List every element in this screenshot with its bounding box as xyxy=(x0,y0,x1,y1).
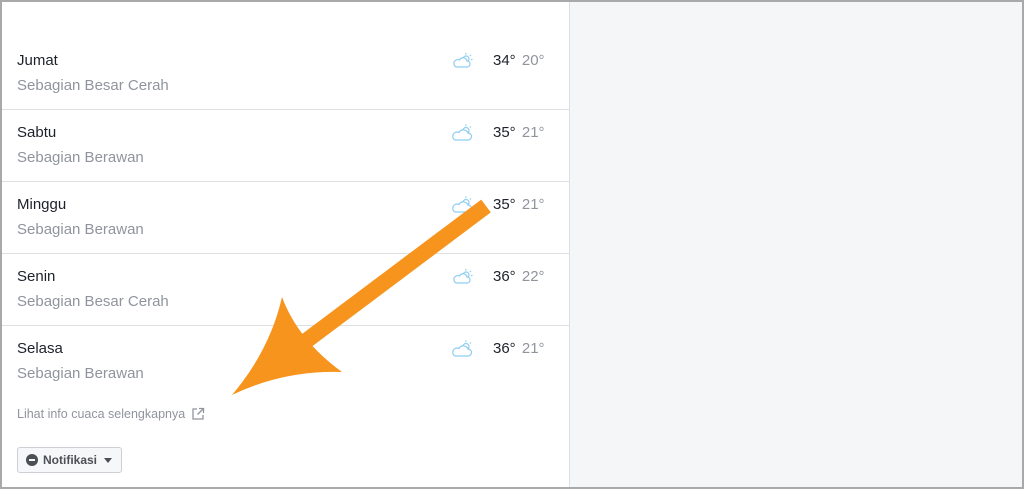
temperature-range: 36° 22° xyxy=(493,268,545,285)
empty-right-area xyxy=(570,2,1022,487)
temp-high: 36° xyxy=(493,340,516,357)
more-weather-link[interactable]: Lihat info cuaca selengkapnya xyxy=(17,407,205,421)
day-name: Minggu xyxy=(17,196,67,213)
external-link-icon xyxy=(192,407,205,420)
day-condition: Sebagian Berawan xyxy=(17,221,144,238)
day-condition: Sebagian Berawan xyxy=(17,149,144,166)
day-condition: Sebagian Besar Cerah xyxy=(17,77,169,94)
partly-sunny-icon xyxy=(453,269,473,284)
partly-cloudy-icon xyxy=(452,340,473,357)
temp-low: 21° xyxy=(521,124,545,141)
day-name: Jumat xyxy=(17,52,58,69)
more-weather-label: Lihat info cuaca selengkapnya xyxy=(17,407,186,421)
temperature-range: 36° 21° xyxy=(493,340,545,357)
temp-low: 21° xyxy=(521,340,545,357)
notification-button[interactable]: Notifikasi xyxy=(17,447,123,473)
day-condition: Sebagian Besar Cerah xyxy=(17,293,169,310)
temperature-range: 35° 21° xyxy=(493,124,545,141)
partly-sunny-icon xyxy=(453,53,473,68)
temp-high: 35° xyxy=(493,196,516,213)
temp-high: 34° xyxy=(493,52,516,69)
forecast-row-1: Sabtu Sebagian Berawan 35° 21° xyxy=(2,110,569,182)
temp-low: 20° xyxy=(521,52,545,69)
weather-panel: Jumat Sebagian Besar Cerah 34° 20° Sabtu… xyxy=(2,2,570,487)
minus-circle-icon xyxy=(26,454,38,466)
temp-high: 35° xyxy=(493,124,516,141)
temperature-range: 35° 21° xyxy=(493,196,545,213)
day-name: Senin xyxy=(17,268,56,285)
day-condition: Sebagian Berawan xyxy=(17,365,144,382)
temp-low: 21° xyxy=(521,196,545,213)
partly-cloudy-icon xyxy=(452,196,473,213)
forecast-row-2: Minggu Sebagian Berawan 35° 21° xyxy=(2,182,569,254)
forecast-row-0: Jumat Sebagian Besar Cerah 34° 20° xyxy=(2,38,569,110)
temp-high: 36° xyxy=(493,268,516,285)
temp-low: 22° xyxy=(521,268,545,285)
forecast-row-3: Senin Sebagian Besar Cerah 36° 22° xyxy=(2,254,569,326)
forecast-list: Jumat Sebagian Besar Cerah 34° 20° Sabtu… xyxy=(2,38,569,397)
screenshot-frame: Jumat Sebagian Besar Cerah 34° 20° Sabtu… xyxy=(0,0,1024,489)
day-name: Sabtu xyxy=(17,124,57,141)
temperature-range: 34° 20° xyxy=(493,52,545,69)
caret-down-icon xyxy=(104,457,113,463)
day-name: Selasa xyxy=(17,340,63,357)
partly-cloudy-icon xyxy=(452,124,473,141)
forecast-row-4: Selasa Sebagian Berawan 36° 21° xyxy=(2,326,569,397)
notification-label: Notifikasi xyxy=(43,453,98,467)
